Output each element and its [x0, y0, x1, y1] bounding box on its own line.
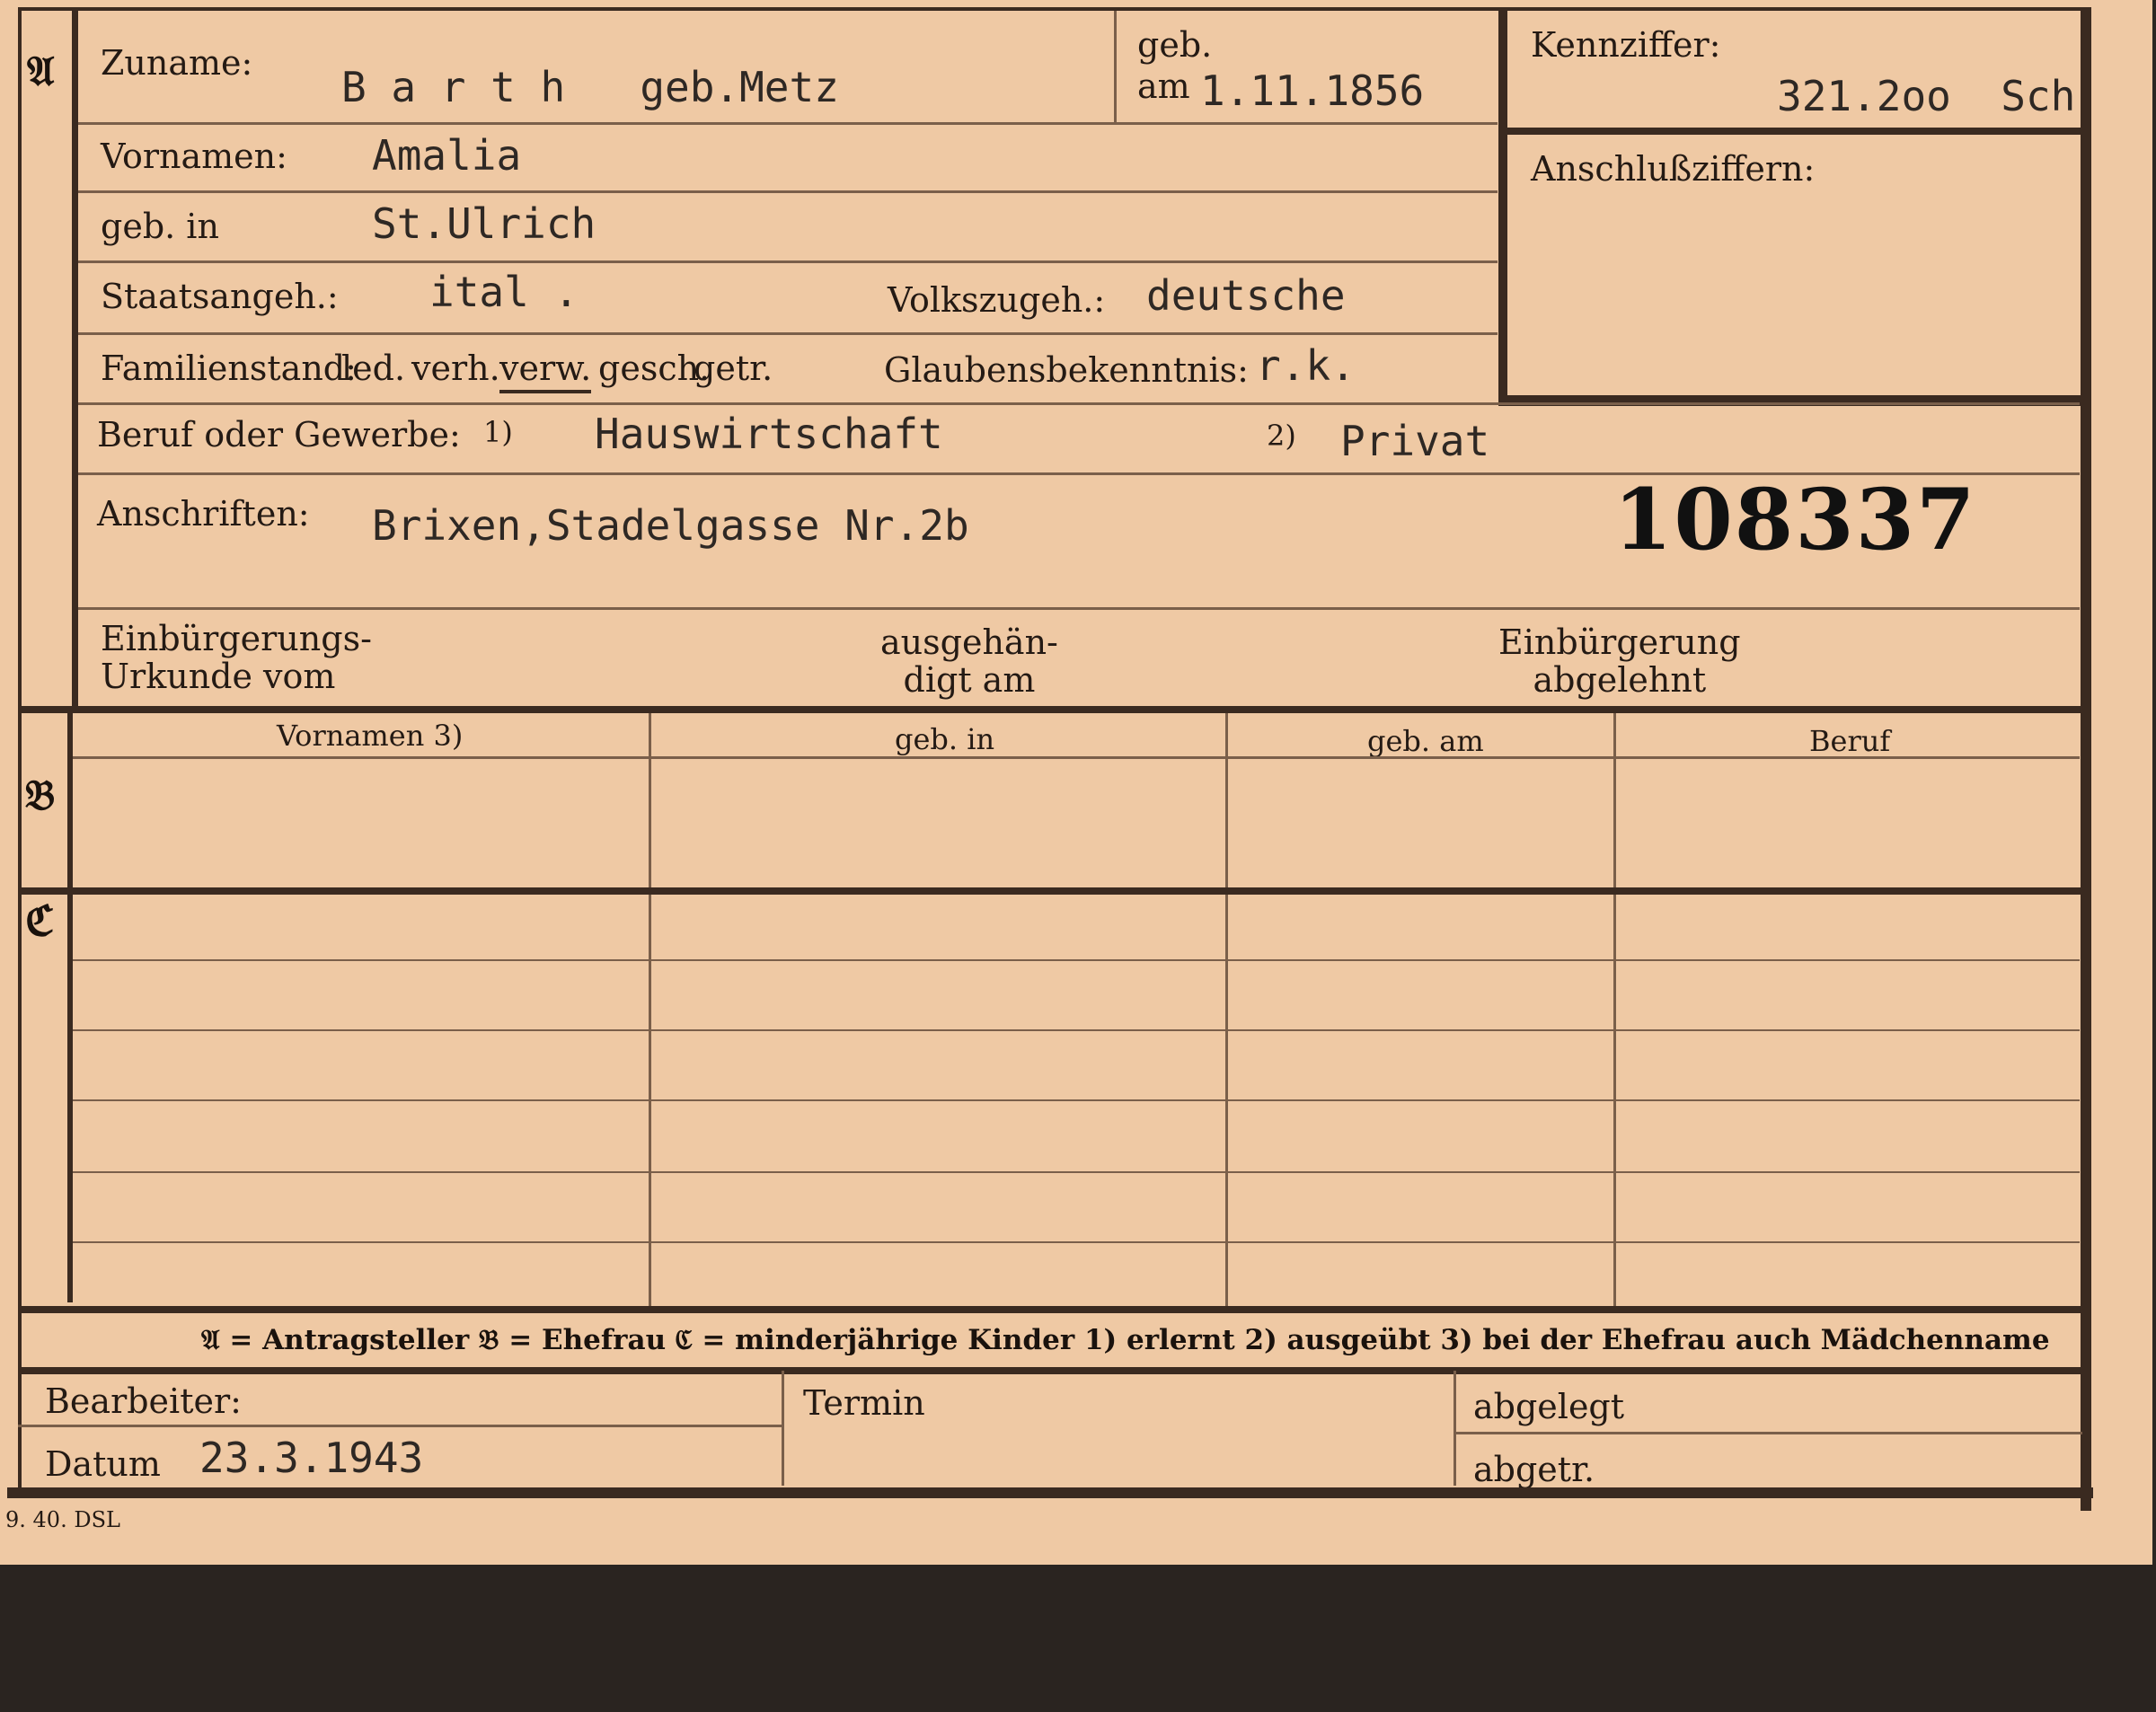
section-c-letter: ℭ [25, 896, 55, 945]
volkszugeh-value: deutsche [1146, 271, 1346, 320]
column-header-line [73, 756, 2080, 759]
zuname-value: B a r t h geb.Metz [341, 63, 839, 111]
section-c-row-line [73, 1029, 2080, 1031]
kennziffer-label: Kennziffer: [1531, 25, 1721, 65]
registration-card: 𝔄 𝔅 ℭ Zuname: B a r t h geb.Metz geb. am… [0, 0, 2152, 1565]
section-c-row-line [73, 959, 2080, 961]
scan-background [0, 1565, 2156, 1712]
row-line-2 [78, 190, 1498, 193]
geb-in-value: St.Ulrich [372, 199, 596, 248]
staatsangeh-value: ital . [429, 268, 579, 316]
column-header-beruf: Beruf [1809, 724, 1891, 758]
beruf-note-2: 2) [1267, 419, 1296, 453]
datum-value: 23.3.1943 [199, 1434, 424, 1482]
section-a-divider [72, 7, 78, 708]
column-divider-2 [1225, 713, 1228, 1306]
frame-right-line [2081, 11, 2091, 1511]
kennziffer-box-divider [1498, 128, 2082, 135]
bearbeiter-label: Bearbeiter: [45, 1381, 242, 1421]
column-header-geb-am: geb. am [1367, 724, 1484, 758]
geb-am-divider [1114, 11, 1117, 122]
stamp-number: 108337 [1613, 471, 1977, 569]
glaubensbekenntnis-label: Glaubensbekenntnis: [884, 350, 1249, 390]
legend-bottom [18, 1367, 2082, 1374]
beruf-label: Beruf oder Gewerbe: [97, 415, 461, 454]
geb-am-value: 1.11.1856 [1200, 66, 1425, 115]
row-line-3 [78, 260, 1498, 263]
abgelegt-label: abgelegt [1473, 1387, 1625, 1426]
section-bc-divider [67, 710, 73, 1302]
section-c-bottom [18, 1306, 2082, 1313]
einbuergerung-abgelehnt-label: Einbürgerung abgelehnt [1498, 622, 1741, 700]
column-divider-1 [649, 713, 651, 1306]
einbuergerung-urkunde-label: Einbürgerungs- Urkunde vom [101, 619, 372, 696]
legend-line: 𝔄 = Antragsteller 𝔅 = Ehefrau ℭ = minder… [201, 1324, 2050, 1356]
kennziffer-value: 321.2oo Sch [1777, 72, 2076, 120]
abgelegt-line [1454, 1432, 2082, 1434]
row-line-5 [78, 402, 2080, 405]
row-line-4 [78, 332, 1498, 335]
section-b-bottom [18, 887, 2082, 895]
frame-top-line [18, 7, 2091, 11]
geb-in-label: geb. in [101, 207, 219, 246]
anschlussziffern-label: Anschlußziffern: [1531, 149, 1816, 189]
column-divider-3 [1613, 713, 1616, 1306]
zuname-label: Zuname: [101, 43, 253, 83]
glaubensbekenntnis-value: r.k. [1256, 341, 1356, 390]
column-header-geb-in: geb. in [895, 722, 995, 756]
card-bottom-line [7, 1487, 2093, 1498]
datum-label: Datum [45, 1444, 161, 1484]
section-c-row-line [73, 1099, 2080, 1101]
familienstand-option-verh: verh. [411, 349, 500, 388]
section-a-bottom [18, 706, 2082, 713]
familienstand-option-getr: getr. [694, 349, 773, 388]
kennziffer-box-left [1498, 11, 1507, 406]
beruf-value-1: Hauswirtschaft [595, 410, 943, 458]
familienstand-label: Familienstand: [101, 349, 357, 388]
footer-divider-2 [1454, 1371, 1456, 1486]
familienstand-option-led: led. [341, 349, 406, 388]
vornamen-label: Vornamen: [101, 137, 287, 176]
beruf-value-2: Privat [1340, 417, 1490, 465]
vornamen-value: Amalia [372, 131, 522, 180]
row-line-7 [78, 607, 2080, 610]
abgetr-label: abgetr. [1473, 1450, 1595, 1489]
anschriften-label: Anschriften: [97, 494, 310, 534]
footer-divider-1 [782, 1371, 784, 1486]
geb-label: geb. [1137, 25, 1213, 65]
staatsangeh-label: Staatsangeh.: [101, 277, 339, 316]
section-c-row-line [73, 1171, 2080, 1173]
print-code: 9. 40. DSL [5, 1507, 120, 1532]
bearbeiter-line [18, 1425, 782, 1427]
row-line-1 [78, 122, 1498, 125]
section-c-row-line [73, 1241, 2080, 1243]
am-label: am [1137, 66, 1190, 106]
volkszugeh-label: Volkszugeh.: [888, 280, 1106, 320]
column-header-vornamen: Vornamen 3) [277, 719, 464, 753]
anschriften-value: Brixen,Stadelgasse Nr.2b [372, 501, 969, 550]
frame-left-line [18, 7, 22, 1489]
termin-label: Termin [803, 1383, 925, 1423]
section-b-letter: 𝔅 [25, 771, 56, 819]
beruf-note-1: 1) [483, 415, 513, 449]
familienstand-option-verw-selected: verw. [499, 349, 592, 393]
ausgehaendigt-label: ausgehän- digt am [880, 622, 1058, 700]
section-a-letter: 𝔄 [27, 47, 55, 95]
